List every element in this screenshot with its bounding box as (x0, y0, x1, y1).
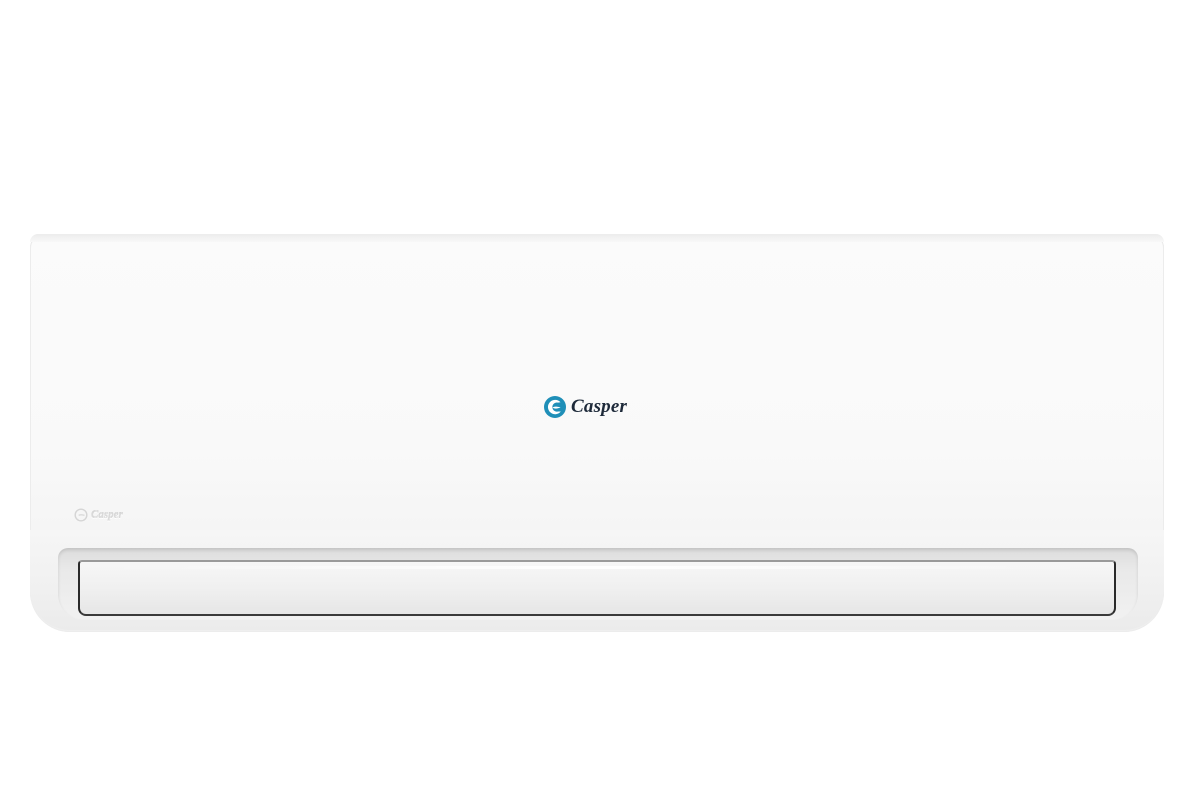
embossed-brand-name: Casper (91, 509, 123, 521)
casper-logo-icon (544, 396, 566, 418)
unit-top-edge (30, 234, 1164, 242)
brand-name: Casper (571, 396, 628, 417)
louver-highlight (96, 566, 1098, 569)
embossed-logo: Casper (74, 508, 123, 522)
casper-emboss-icon (74, 508, 88, 522)
product-image: Casper Casper (0, 0, 1196, 800)
brand-logo: Casper (543, 392, 627, 422)
